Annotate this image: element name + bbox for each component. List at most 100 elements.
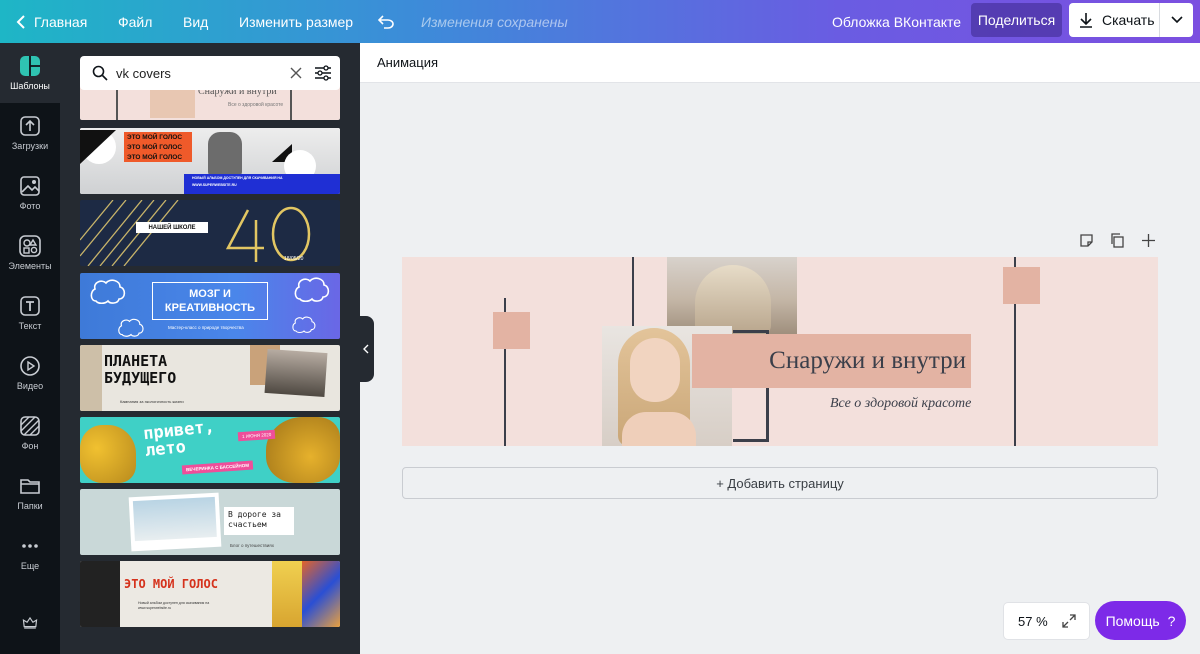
filter-icon[interactable] (314, 65, 332, 81)
tpl-label: НАШЕЙ ШКОЛЕ (136, 222, 208, 233)
download-options-button[interactable] (1160, 3, 1193, 37)
rail-label: Видео (16, 381, 44, 391)
fullscreen-icon[interactable] (1061, 614, 1076, 628)
tpl-date: 18/05/20 (284, 256, 304, 262)
more-icon (22, 544, 38, 548)
tpl-line-1: ЭТО МОЙ ГОЛОС (127, 134, 183, 141)
video-icon (20, 356, 40, 376)
design-title[interactable]: Обложка ВКонтакте (832, 0, 961, 43)
search-input[interactable] (116, 65, 276, 81)
template-my-voice-2[interactable]: ЭТО МОЙ ГОЛОС Новый альбом доступен для … (80, 561, 340, 627)
rail-item-folders[interactable]: Папки (0, 463, 60, 523)
duplicate-page-icon[interactable] (1110, 233, 1125, 248)
rail-label: Шаблоны (10, 81, 50, 91)
tpl-title: В дороге за счастьем (224, 507, 294, 535)
template-travel[interactable]: В дороге за счастьем Блог о путешествиях (80, 489, 340, 555)
rail-item-uploads[interactable]: Загрузки (0, 103, 60, 163)
tpl-small: НОВЫЙ АЛЬБОМ ДОСТУПЕН ДЛЯ СКАЧИВАНИЯ НА (192, 176, 283, 180)
tpl-title: привет, лето (142, 417, 216, 462)
upload-icon (20, 116, 40, 136)
collapse-panel-button[interactable] (358, 316, 374, 382)
photo-icon (20, 176, 40, 196)
resize-button[interactable]: Изменить размер (239, 0, 353, 43)
rail-item-pro[interactable] (0, 593, 60, 653)
background-icon (20, 416, 40, 436)
tpl-photo (132, 496, 217, 542)
side-rail: Шаблоны Загрузки Фото Элементы Текст Вид… (0, 43, 60, 654)
download-main[interactable]: Скачать (1069, 3, 1160, 37)
title-box: Снаружи и внутри (692, 334, 971, 388)
tpl-sub: Блог о путешествиях (230, 543, 274, 548)
share-button[interactable]: Поделиться (971, 3, 1062, 37)
tpl-pineapple (266, 417, 340, 483)
tpl-swirl (302, 561, 340, 627)
deco-square (493, 312, 530, 349)
tpl-title: МОЗГ И КРЕАТИВНОСТЬ (152, 282, 268, 320)
search-icon (92, 65, 108, 81)
chevron-down-icon (1170, 16, 1183, 24)
tpl-pineapple (80, 425, 136, 483)
rail-item-video[interactable]: Видео (0, 343, 60, 403)
template-brain[interactable]: МОЗГ И КРЕАТИВНОСТЬ Мастер-класс о приро… (80, 273, 340, 339)
deco-square (1003, 267, 1040, 304)
brain-icon (292, 316, 316, 334)
template-planet[interactable]: ПЛАНЕТА БУДУЩЕГО Кампания за экологичнос… (80, 345, 340, 411)
chevron-left-icon (16, 14, 25, 29)
help-label: Помощь (1105, 612, 1160, 629)
template-school-40[interactable]: НАШЕЙ ШКОЛЕ 18/05/20 (80, 200, 340, 266)
page-tools (1079, 233, 1156, 251)
face-shape (630, 338, 680, 402)
undo-button[interactable] (378, 0, 394, 43)
top-bar: Главная Файл Вид Изменить размер Изменен… (0, 0, 1200, 43)
rail-item-templates[interactable]: Шаблоны (0, 43, 60, 103)
saved-status: Изменения сохранены (421, 13, 568, 30)
zoom-level[interactable]: 57 % (1018, 614, 1048, 629)
brain-icon (294, 277, 330, 303)
add-page-button[interactable]: + Добавить страницу (402, 467, 1158, 499)
templates-icon (20, 56, 40, 76)
file-menu[interactable]: Файл (118, 0, 152, 43)
home-button[interactable]: Главная (16, 0, 87, 43)
rail-item-photos[interactable]: Фото (0, 163, 60, 223)
add-page-icon[interactable] (1141, 233, 1156, 248)
tpl-tag: ВЕЧЕРИНКА С БАССЕЙНОМ (181, 460, 254, 475)
animation-button[interactable]: Анимация (377, 55, 438, 70)
template-summer[interactable]: привет, лето 1 ИЮНЯ 2020 ВЕЧЕРИНКА С БАС… (80, 417, 340, 483)
deco-line (632, 257, 634, 337)
tpl-sub: Новый альбом доступен для скачивания на … (138, 601, 210, 610)
rail-item-more[interactable]: Еще (0, 523, 60, 583)
help-button[interactable]: Помощь ? (1095, 601, 1186, 640)
rail-label: Текст (18, 321, 42, 331)
design-canvas[interactable]: Снаружи и внутри Все о здоровой красоте (402, 257, 1158, 446)
home-label: Главная (34, 13, 88, 30)
search-box (80, 56, 340, 90)
tpl-sub: Мастер-класс о природе творчества (168, 325, 244, 330)
crown-icon (22, 616, 38, 629)
elements-icon (19, 235, 41, 257)
tpl-frame (128, 492, 222, 552)
design-subtitle-text[interactable]: Все о здоровой красоте (830, 396, 971, 412)
rail-label: Загрузки (11, 141, 49, 151)
tpl-sub: Все о здоровой красоте (228, 102, 284, 108)
tpl-line-2: ЭТО МОЙ ГОЛОС (127, 144, 183, 151)
design-title-text[interactable]: Снаружи и внутри (769, 347, 966, 375)
note-icon[interactable] (1079, 233, 1094, 248)
tpl-paper (80, 345, 102, 411)
tpl-line-3: ЭТО МОЙ ГОЛОС (127, 154, 183, 161)
clear-search-icon[interactable] (290, 67, 302, 79)
rail-item-text[interactable]: Текст (0, 283, 60, 343)
download-button[interactable]: Скачать (1069, 3, 1193, 37)
template-my-voice[interactable]: ЭТО МОЙ ГОЛОС ЭТО МОЙ ГОЛОС ЭТО МОЙ ГОЛО… (80, 128, 340, 194)
rail-label: Фон (21, 441, 39, 451)
question-icon: ? (1167, 612, 1176, 629)
editor-toolbar: Анимация (360, 43, 1200, 83)
view-menu[interactable]: Вид (183, 0, 208, 43)
tpl-film (80, 561, 120, 627)
tpl-url: WWW.SUPERWEBSITE.RU (192, 183, 237, 187)
folder-icon (20, 479, 40, 494)
rail-item-elements[interactable]: Элементы (0, 223, 60, 283)
templates-panel: Снаружи и внутри Все о здоровой красоте … (60, 43, 360, 654)
rail-label: Еще (20, 561, 40, 571)
rail-item-background[interactable]: Фон (0, 403, 60, 463)
tpl-sub: Кампания за экологичность жизни (120, 399, 184, 404)
